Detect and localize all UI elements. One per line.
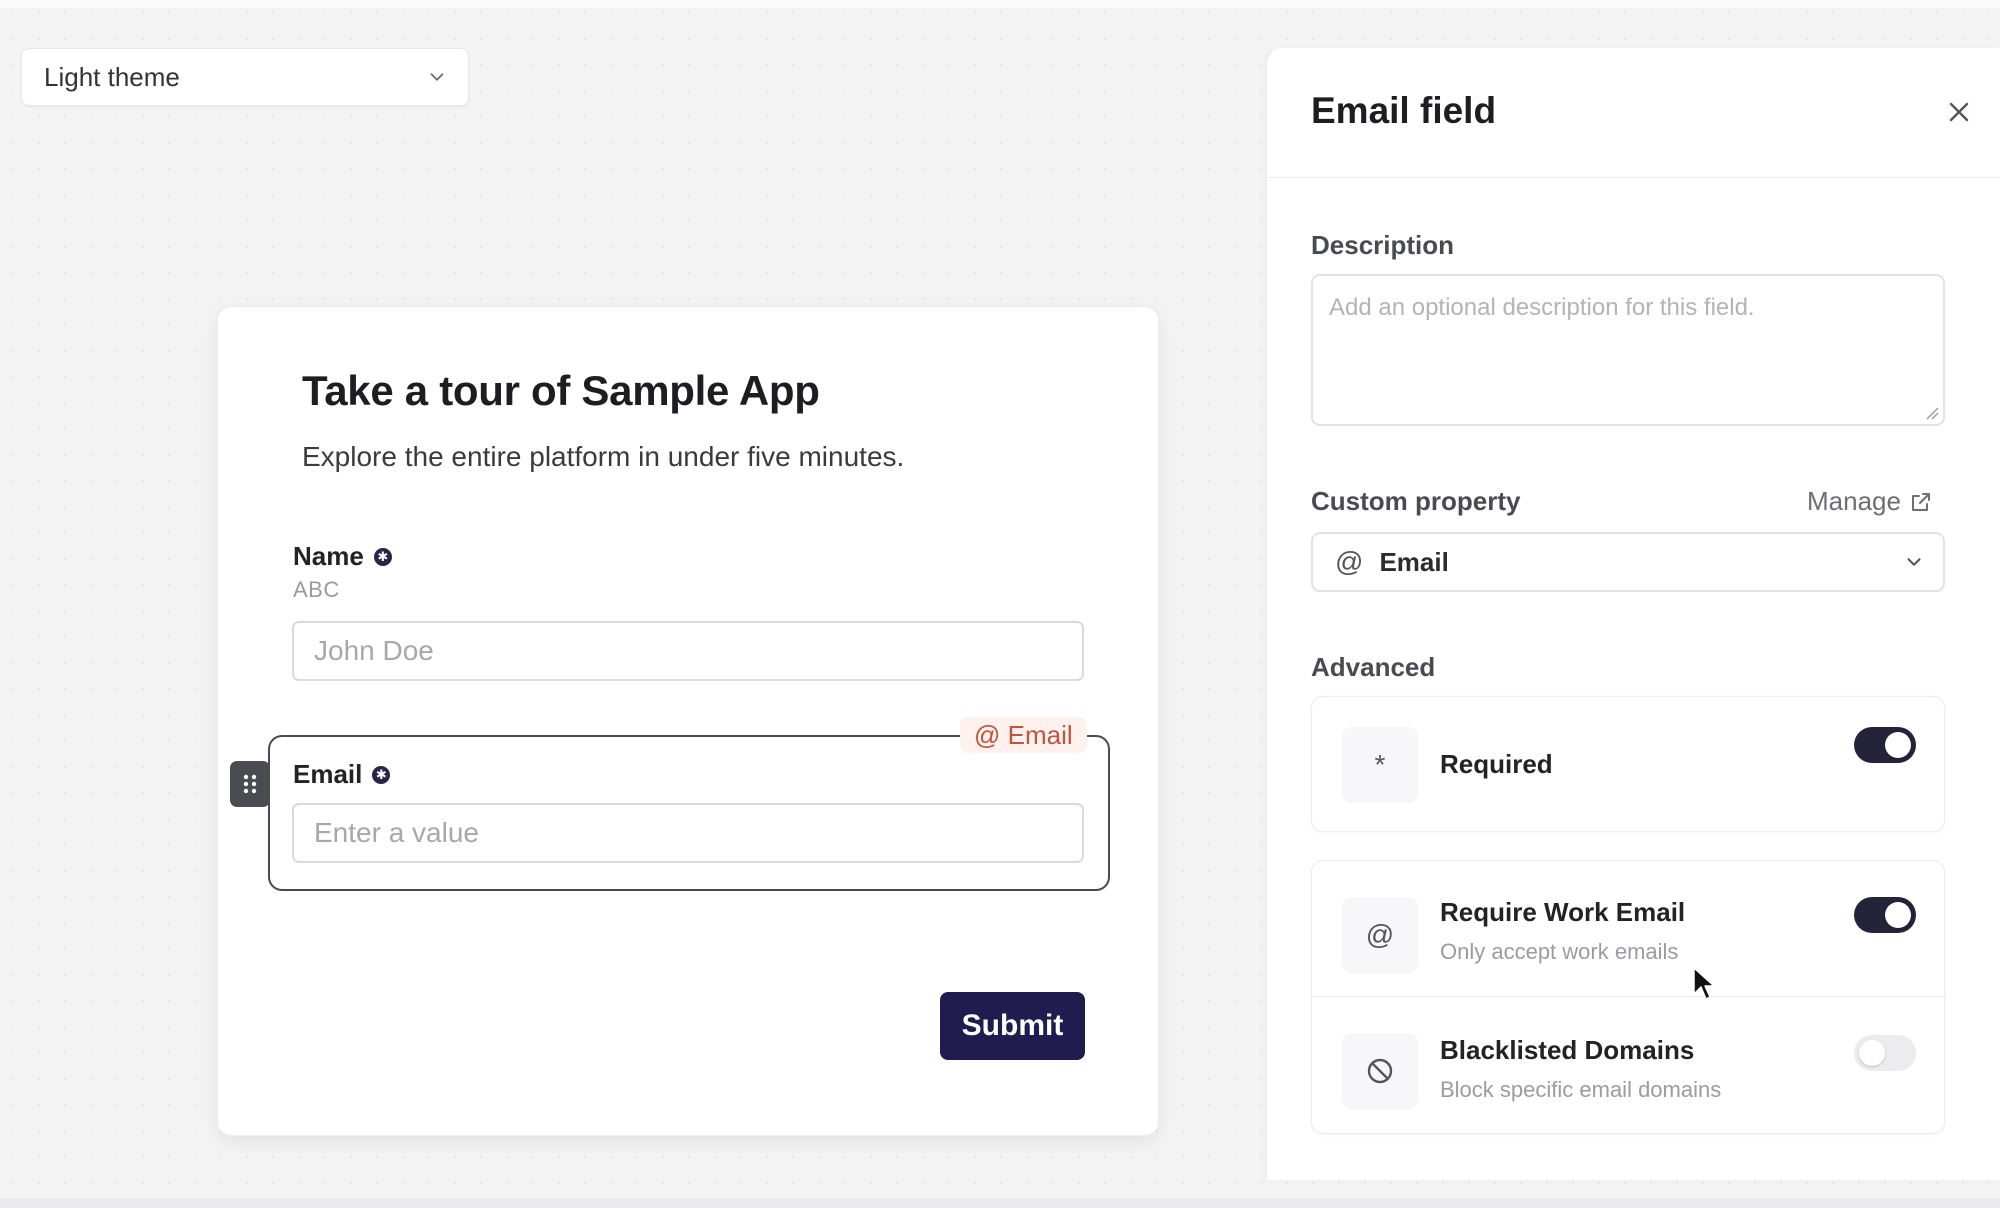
- close-button[interactable]: [1941, 94, 1977, 130]
- required-setting-title: Required: [1440, 749, 1553, 779]
- email-field-label[interactable]: Email ✱: [293, 759, 391, 790]
- submit-button[interactable]: Submit: [940, 992, 1085, 1060]
- email-settings-card: @ Require Work Email Only accept work em…: [1311, 860, 1946, 1134]
- panel-title: Email field: [1311, 90, 1497, 131]
- panel-header: Email field: [1267, 48, 2000, 178]
- advanced-label: Advanced: [1311, 652, 1436, 682]
- required-indicator-icon: ✱: [373, 547, 392, 566]
- required-indicator-icon: ✱: [372, 765, 391, 784]
- name-label-text: Name: [293, 541, 364, 571]
- description-label: Description: [1311, 230, 1455, 260]
- require-work-email-toggle[interactable]: [1854, 897, 1916, 933]
- name-input[interactable]: John Doe: [292, 621, 1084, 681]
- blacklisted-domains-title: Blacklisted Domains: [1440, 1035, 1695, 1065]
- at-sign-icon: @: [1342, 897, 1418, 973]
- require-work-email-title: Require Work Email: [1440, 897, 1686, 927]
- row-divider: [1312, 996, 1946, 997]
- email-type-tag-text: @ Email: [974, 719, 1073, 750]
- email-type-tag: @ Email: [960, 717, 1087, 753]
- external-link-icon: [1911, 492, 1930, 511]
- form-title: Take a tour of Sample App: [302, 367, 820, 414]
- email-label-text: Email: [293, 759, 363, 789]
- required-setting-card: * Required: [1311, 696, 1945, 832]
- chevron-down-icon: [1907, 558, 1921, 566]
- email-input[interactable]: Enter a value: [292, 803, 1084, 863]
- top-strip: [0, 0, 2000, 8]
- blacklisted-domains-toggle[interactable]: [1854, 1035, 1916, 1071]
- toggle-knob: [1859, 1040, 1885, 1066]
- theme-select[interactable]: Light theme: [21, 48, 469, 106]
- name-field-label[interactable]: Name ✱: [293, 541, 392, 572]
- name-input-placeholder: John Doe: [314, 635, 434, 666]
- field-settings-panel: Email field Description Add an optional …: [1266, 48, 2000, 1180]
- mouse-cursor-icon: [1693, 967, 1715, 1000]
- toggle-knob: [1885, 732, 1911, 758]
- custom-property-label: Custom property: [1311, 486, 1521, 516]
- blacklisted-domains-subtitle: Block specific email domains: [1440, 1077, 1722, 1102]
- manage-link-text: Manage: [1807, 486, 1901, 516]
- at-sign-icon: @: [1335, 546, 1364, 577]
- manage-link[interactable]: Manage: [1807, 486, 1933, 517]
- bottom-strip: [0, 1198, 2000, 1208]
- custom-property-value: Email: [1379, 546, 1449, 577]
- block-icon: [1342, 1033, 1418, 1109]
- chevron-down-icon: [430, 73, 444, 81]
- close-icon: [1949, 102, 1969, 122]
- block-icon-glyph: [1367, 1058, 1393, 1084]
- name-field-hint: ABC: [293, 577, 340, 602]
- form-subtitle: Explore the entire platform in under fiv…: [302, 441, 905, 472]
- toggle-knob: [1885, 902, 1911, 928]
- description-placeholder: Add an optional description for this fie…: [1329, 294, 1755, 321]
- required-toggle[interactable]: [1854, 727, 1916, 763]
- grip-dots-icon: [243, 774, 257, 794]
- email-input-placeholder: Enter a value: [314, 817, 479, 848]
- resize-grip-icon[interactable]: [1925, 406, 1939, 420]
- description-textarea[interactable]: Add an optional description for this fie…: [1311, 274, 1945, 426]
- asterisk-icon: *: [1342, 727, 1418, 803]
- form-preview-card: Take a tour of Sample App Explore the en…: [217, 306, 1159, 1136]
- drag-handle-icon[interactable]: [230, 761, 270, 807]
- theme-select-value: Light theme: [44, 61, 180, 92]
- custom-property-select[interactable]: @ Email: [1311, 532, 1945, 592]
- require-work-email-subtitle: Only accept work emails: [1440, 939, 1679, 964]
